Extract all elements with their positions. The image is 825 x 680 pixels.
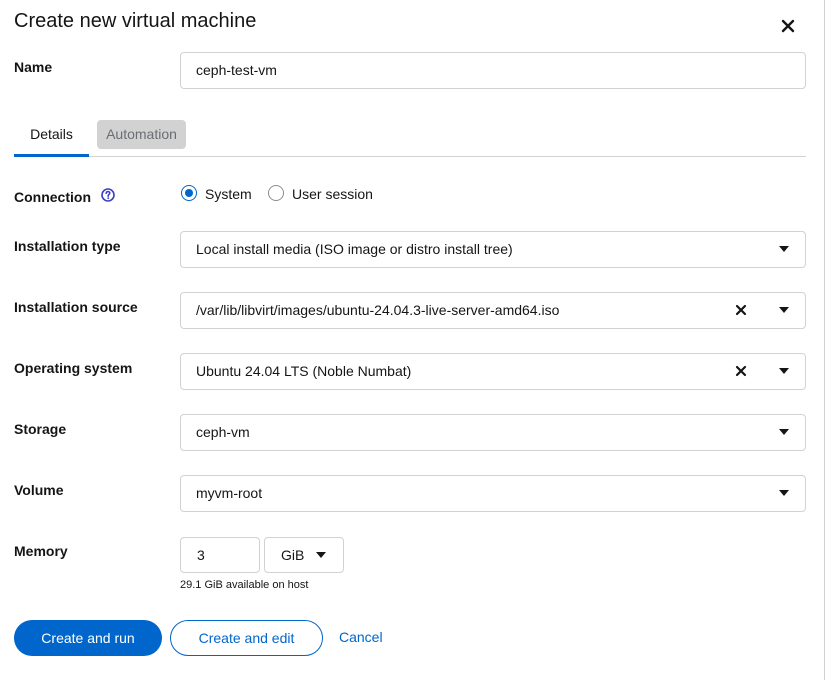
tabs: Details Automation (14, 119, 806, 157)
clear-icon[interactable] (735, 365, 747, 377)
operating-system-select[interactable]: Ubuntu 24.04 LTS (Noble Numbat) (180, 353, 806, 390)
memory-label: Memory (14, 543, 68, 559)
question-circle-icon[interactable] (101, 188, 115, 202)
installation-type-label: Installation type (14, 238, 121, 254)
name-label: Name (14, 59, 53, 75)
caret-down-icon (779, 368, 789, 374)
installation-source-select[interactable]: /var/lib/libvirt/images/ubuntu-24.04.3-l… (180, 292, 806, 329)
installation-source-value: /var/lib/libvirt/images/ubuntu-24.04.3-l… (196, 302, 560, 318)
connection-label: Connection (14, 189, 91, 205)
caret-down-icon (779, 429, 789, 435)
caret-down-icon (779, 307, 789, 313)
storage-select[interactable]: ceph-vm (180, 414, 806, 451)
create-vm-dialog: Create new virtual machine Name ceph-tes… (0, 0, 825, 680)
name-input[interactable]: ceph-test-vm (180, 52, 806, 89)
memory-input[interactable]: 3 (180, 537, 260, 573)
radio-system-label: System (205, 186, 252, 202)
tab-automation[interactable]: Automation (97, 120, 186, 149)
caret-down-icon (779, 246, 789, 252)
caret-down-icon (779, 490, 789, 496)
operating-system-value: Ubuntu 24.04 LTS (Noble Numbat) (196, 363, 412, 379)
storage-label: Storage (14, 421, 67, 437)
installation-type-value: Local install media (ISO image or distro… (196, 241, 513, 257)
create-and-run-button[interactable]: Create and run (14, 620, 162, 656)
radio-user-session[interactable] (268, 185, 284, 201)
volume-select[interactable]: myvm-root (180, 475, 806, 512)
cancel-button[interactable]: Cancel (339, 629, 383, 645)
tab-details[interactable]: Details (14, 119, 89, 157)
volume-value: myvm-root (196, 485, 263, 501)
installation-source-label: Installation source (14, 299, 138, 315)
memory-unit-value: GiB (281, 547, 305, 563)
close-icon[interactable] (778, 16, 798, 36)
installation-type-select[interactable]: Local install media (ISO image or distro… (180, 231, 806, 268)
operating-system-label: Operating system (14, 360, 133, 376)
caret-down-icon (316, 552, 326, 558)
create-and-edit-button[interactable]: Create and edit (170, 620, 323, 656)
name-value: ceph-test-vm (196, 62, 277, 78)
radio-user-session-label: User session (292, 186, 373, 202)
storage-value: ceph-vm (196, 424, 250, 440)
clear-icon[interactable] (735, 304, 747, 316)
memory-helper-text: 29.1 GiB available on host (180, 579, 309, 591)
dialog-title: Create new virtual machine (14, 10, 257, 32)
radio-system[interactable] (181, 185, 197, 201)
memory-unit-select[interactable]: GiB (264, 537, 344, 573)
volume-label: Volume (14, 482, 64, 498)
